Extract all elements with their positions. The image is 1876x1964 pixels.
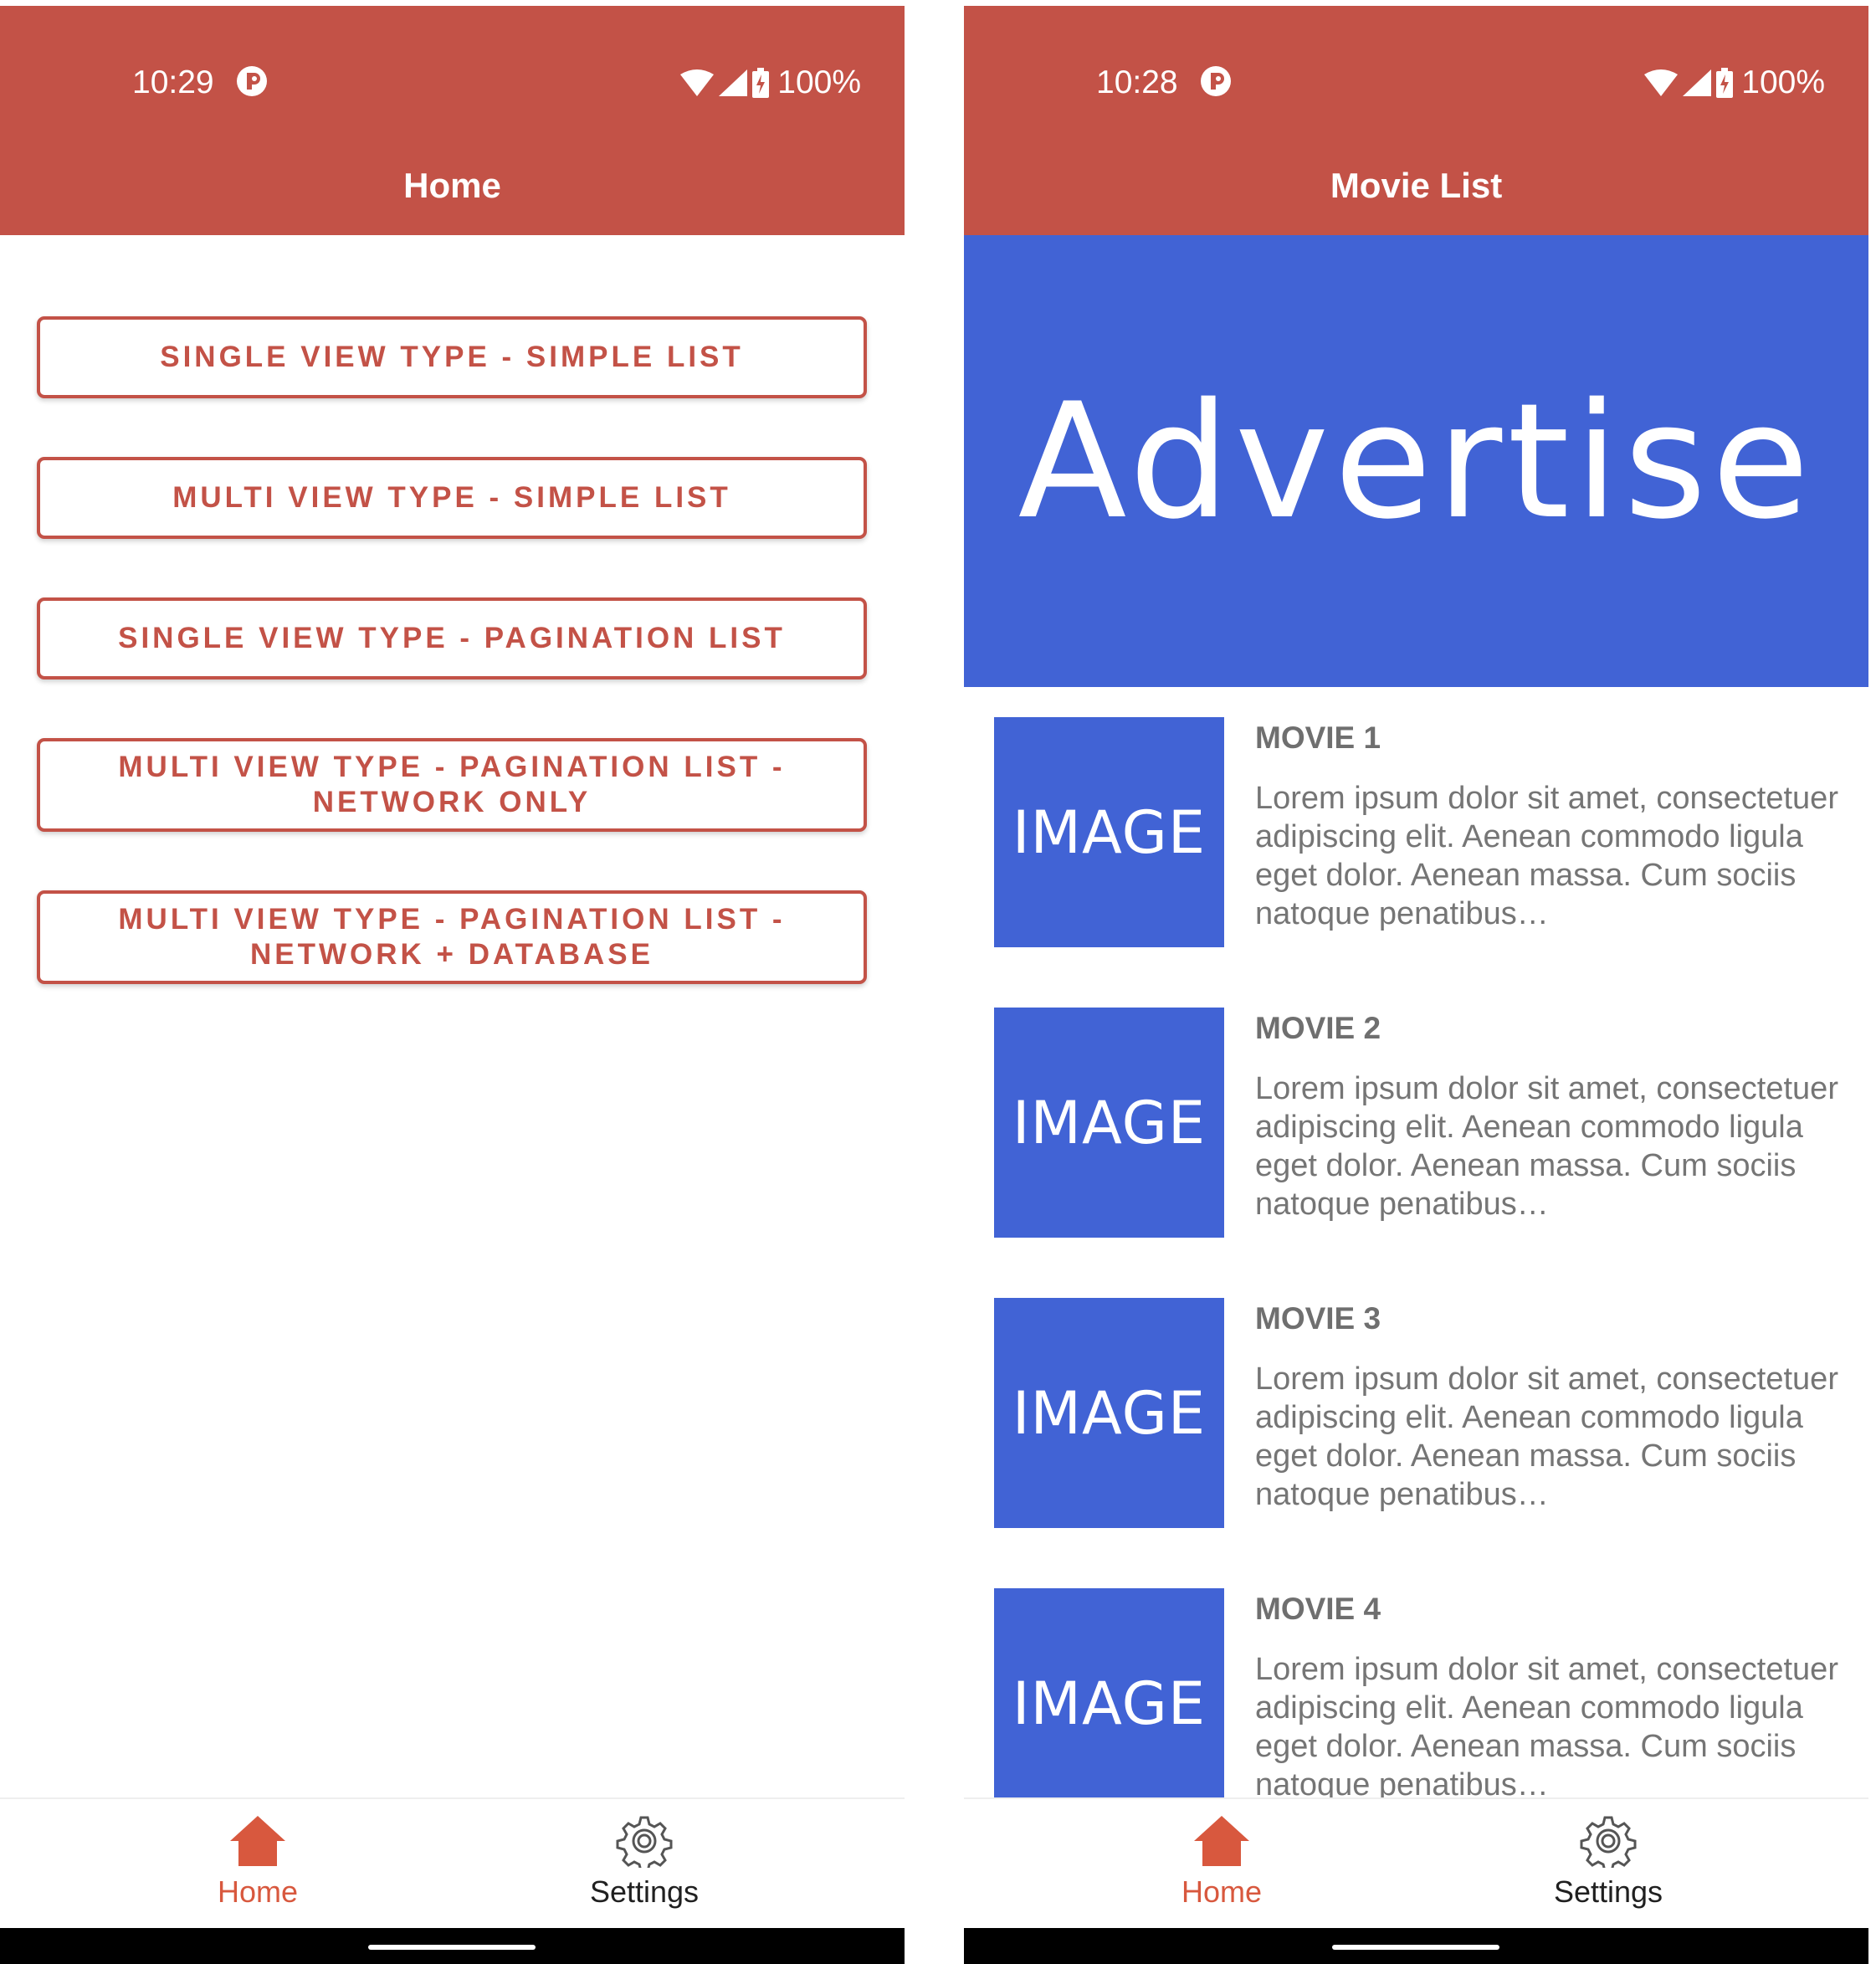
status-icons: 100% <box>680 59 861 106</box>
wifi-icon <box>1644 69 1679 96</box>
bottom-navigation: Home Settings <box>964 1797 1868 1930</box>
button-label: MULTI VIEW TYPE - SIMPLE LIST <box>172 481 731 514</box>
list-item[interactable]: IMAGE MOVIE 1 Lorem ipsum dolor sit amet… <box>994 717 1864 947</box>
multi-view-simple-list-button[interactable]: MULTI VIEW TYPE - SIMPLE LIST <box>37 457 867 539</box>
movie-image-placeholder: IMAGE <box>994 1008 1224 1238</box>
movie-description: Lorem ipsum dolor sit amet, consectetuer… <box>1255 781 1838 931</box>
signal-icon <box>719 69 748 96</box>
cast-icon <box>1201 66 1231 96</box>
nav-label-settings: Settings <box>589 1874 700 1909</box>
gear-icon <box>616 1816 673 1868</box>
wifi-icon <box>680 69 715 96</box>
movie-title: MOVIE 4 <box>1255 1592 1381 1626</box>
gesture-handle[interactable] <box>1332 1945 1499 1950</box>
nav-label-home: Home <box>217 1874 299 1909</box>
single-view-simple-list-button[interactable]: SINGLE VIEW TYPE - SIMPLE LIST <box>37 316 867 398</box>
app-bar: 10:29 100% Home <box>0 6 905 235</box>
battery-charging-icon <box>1716 68 1734 98</box>
gesture-navigation-bar <box>0 1928 905 1964</box>
cast-icon <box>237 66 267 96</box>
app-bar: 10:28 100% Movie List <box>964 6 1868 235</box>
battery-percentage: 100% <box>1741 64 1825 100</box>
status-bar: 10:29 100% <box>0 6 905 148</box>
battery-percentage: 100% <box>777 64 861 100</box>
multi-view-pagination-network-only-button[interactable]: MULTI VIEW TYPE - PAGINATION LIST - NETW… <box>37 738 867 832</box>
bottom-navigation: Home Settings <box>0 1797 905 1930</box>
status-bar: 10:28 100% <box>964 6 1868 148</box>
multi-view-pagination-network-database-button[interactable]: MULTI VIEW TYPE - PAGINATION LIST - NETW… <box>37 890 867 984</box>
movie-image-placeholder: IMAGE <box>994 1298 1224 1528</box>
list-item[interactable]: IMAGE MOVIE 3 Lorem ipsum dolor sit amet… <box>994 1298 1864 1528</box>
nav-item-settings[interactable]: Settings <box>519 1799 770 1930</box>
movie-image-placeholder: IMAGE <box>994 1588 1224 1818</box>
gesture-handle[interactable] <box>368 1945 536 1950</box>
nav-item-home[interactable]: Home <box>132 1799 383 1930</box>
movie-title: MOVIE 3 <box>1255 1301 1381 1336</box>
signal-icon <box>1683 69 1712 96</box>
nav-label-settings: Settings <box>1553 1874 1663 1909</box>
movie-title: MOVIE 2 <box>1255 1011 1381 1045</box>
home-icon <box>230 1816 285 1866</box>
movie-description: Lorem ipsum dolor sit amet, consectetuer… <box>1255 1071 1838 1222</box>
advertise-banner[interactable]: Advertise <box>964 235 1868 687</box>
button-label: SINGLE VIEW TYPE - SIMPLE LIST <box>160 341 744 373</box>
button-label-line-2: NETWORK + DATABASE <box>250 938 654 971</box>
button-label-line-1: MULTI VIEW TYPE - PAGINATION LIST - <box>118 751 786 783</box>
list-item[interactable]: IMAGE MOVIE 2 Lorem ipsum dolor sit amet… <box>994 1008 1864 1238</box>
nav-item-settings[interactable]: Settings <box>1483 1799 1734 1930</box>
list-item[interactable]: IMAGE MOVIE 4 Lorem ipsum dolor sit amet… <box>994 1588 1864 1818</box>
demo-button-list: SINGLE VIEW TYPE - SIMPLE LIST MULTI VIE… <box>37 316 867 1043</box>
movie-image-placeholder: IMAGE <box>994 717 1224 947</box>
status-icons: 100% <box>1644 59 1825 106</box>
page-title: Movie List <box>1330 166 1503 205</box>
button-label-line-2: NETWORK ONLY <box>312 786 592 818</box>
nav-item-home[interactable]: Home <box>1096 1799 1347 1930</box>
single-view-pagination-list-button[interactable]: SINGLE VIEW TYPE - PAGINATION LIST <box>37 597 867 679</box>
button-label-line-1: MULTI VIEW TYPE - PAGINATION LIST - <box>118 903 786 936</box>
battery-charging-icon <box>752 68 770 98</box>
home-icon <box>1194 1816 1249 1866</box>
page-title: Home <box>403 166 501 205</box>
gear-icon <box>1580 1816 1637 1868</box>
nav-label-home: Home <box>1181 1874 1263 1909</box>
home-screen: 10:29 100% Home SINGLE VIEW TYPE - SIMPL… <box>0 0 905 1964</box>
movie-title: MOVIE 1 <box>1255 720 1381 755</box>
movie-description: Lorem ipsum dolor sit amet, consectetuer… <box>1255 1652 1838 1802</box>
status-time: 10:28 <box>1096 64 1178 100</box>
movie-list-screen: 10:28 100% Movie List Advertise IMAGE MO… <box>964 0 1868 1964</box>
button-label: SINGLE VIEW TYPE - PAGINATION LIST <box>118 622 786 654</box>
movie-description: Lorem ipsum dolor sit amet, consectetuer… <box>1255 1361 1838 1512</box>
gesture-navigation-bar <box>964 1928 1868 1964</box>
advertise-text: Advertise <box>1017 368 1815 554</box>
status-time: 10:29 <box>132 64 214 100</box>
